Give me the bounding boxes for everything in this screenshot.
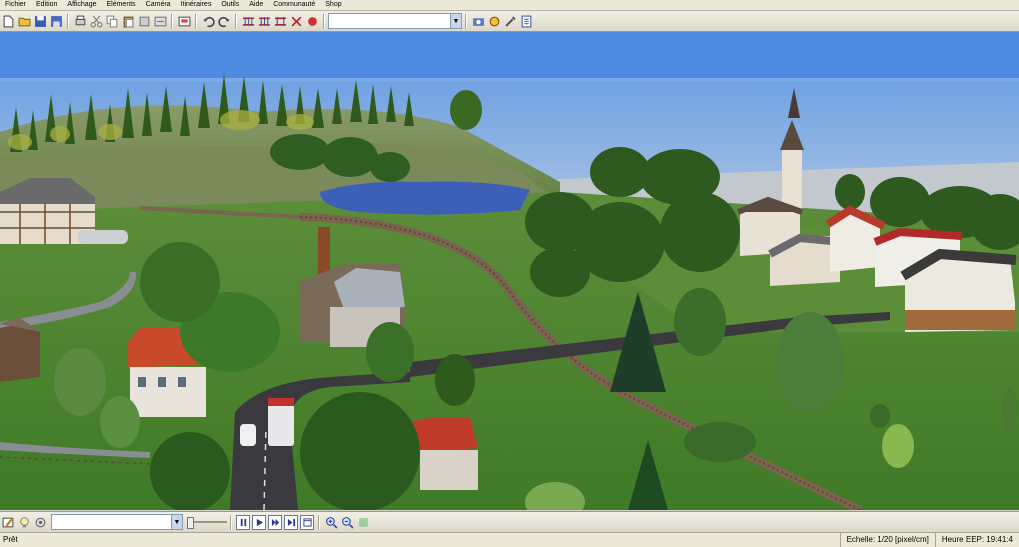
menu-item-7[interactable]: Aide xyxy=(244,0,268,10)
main-toolbar: ▼ xyxy=(0,11,1019,32)
open-icon[interactable] xyxy=(17,14,31,28)
new-icon[interactable] xyxy=(1,14,15,28)
3d-viewport[interactable] xyxy=(0,32,1019,510)
layout-select[interactable]: ▼ xyxy=(328,13,462,29)
fast-forward-button[interactable] xyxy=(268,514,282,530)
import-icon[interactable] xyxy=(153,14,167,28)
zoom-out-icon[interactable] xyxy=(340,515,354,529)
tram-icon[interactable] xyxy=(273,14,287,28)
menu-item-8[interactable]: Communauté xyxy=(268,0,320,10)
window-button[interactable] xyxy=(300,514,314,530)
info-icon[interactable] xyxy=(519,14,533,28)
delete-icon[interactable] xyxy=(137,14,151,28)
tools-icon[interactable] xyxy=(503,14,517,28)
play-button[interactable] xyxy=(252,514,266,530)
chevron-down-icon[interactable]: ▼ xyxy=(450,14,461,28)
menu-bar: Fichier Edition Affichage Eléments Caméra Iti… xyxy=(0,0,1019,11)
menu-item-4[interactable]: Caméra xyxy=(141,0,176,10)
chevron-down-icon[interactable]: ▼ xyxy=(171,515,182,529)
properties-icon[interactable] xyxy=(177,14,191,28)
copy-icon[interactable] xyxy=(105,14,119,28)
scale-readout: Echelle: 1/20 [pixel/cm] xyxy=(839,533,935,547)
track-icon[interactable] xyxy=(241,14,255,28)
road-icon[interactable] xyxy=(257,14,271,28)
bottom-toolbar: ▼ xyxy=(0,511,1019,532)
object-select[interactable]: ▼ xyxy=(51,514,183,530)
speed-slider[interactable] xyxy=(187,515,227,529)
menu-item-1[interactable]: Edition xyxy=(31,0,62,10)
redo-icon[interactable] xyxy=(217,14,231,28)
pause-button[interactable] xyxy=(236,514,250,530)
save-as-icon[interactable] xyxy=(49,14,63,28)
save-icon[interactable] xyxy=(33,14,47,28)
status-bar: Prêt Echelle: 1/20 [pixel/cm] Heure EEP:… xyxy=(0,532,1019,547)
menu-item-9[interactable]: Shop xyxy=(320,0,346,10)
zoom-in-icon[interactable] xyxy=(324,515,338,529)
cut-icon[interactable] xyxy=(89,14,103,28)
water-icon[interactable] xyxy=(289,14,303,28)
paste-icon[interactable] xyxy=(121,14,135,28)
status-text: Prêt xyxy=(3,535,18,544)
grid-icon[interactable] xyxy=(356,515,370,529)
control-icon[interactable] xyxy=(305,14,319,28)
skip-forward-button[interactable] xyxy=(284,514,298,530)
settings-icon[interactable] xyxy=(487,14,501,28)
print-icon[interactable] xyxy=(73,14,87,28)
menu-item-5[interactable]: Itinéraires xyxy=(176,0,217,10)
menu-item-3[interactable]: Eléments xyxy=(101,0,140,10)
camera-icon[interactable] xyxy=(471,14,485,28)
lightbulb-icon[interactable] xyxy=(17,515,31,529)
clock-readout: Heure EEP: 19:41:4 xyxy=(934,533,1019,547)
sound-icon[interactable] xyxy=(33,515,47,529)
edit-icon[interactable] xyxy=(1,515,15,529)
menu-item-2[interactable]: Affichage xyxy=(62,0,101,10)
undo-icon[interactable] xyxy=(201,14,215,28)
menu-item-0[interactable]: Fichier xyxy=(0,0,31,10)
menu-item-6[interactable]: Outils xyxy=(216,0,244,10)
slider-thumb[interactable] xyxy=(187,517,194,529)
